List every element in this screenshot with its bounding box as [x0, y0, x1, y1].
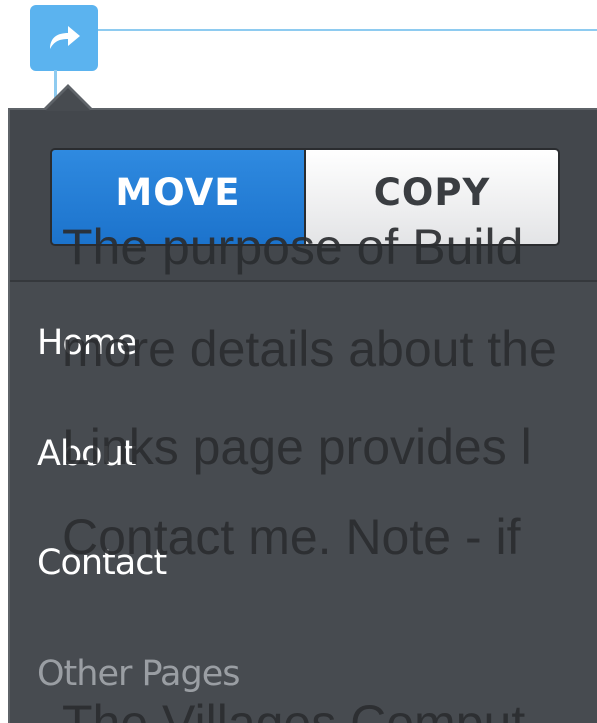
move-button[interactable]: MOVE [52, 150, 306, 244]
popup-arrow-inner [45, 88, 91, 111]
move-copy-toggle: MOVE COPY [50, 148, 560, 246]
move-copy-popup: MOVE COPY [8, 108, 597, 723]
popup-header: MOVE COPY [10, 110, 597, 282]
arrow-redo-icon [50, 26, 80, 49]
drop-guide-line [96, 29, 597, 31]
menu-item-contact[interactable]: Contact [37, 543, 167, 583]
menu-item-about[interactable]: About [37, 434, 136, 474]
move-handle[interactable] [30, 5, 98, 71]
menu-item-home[interactable]: Home [37, 323, 137, 363]
menu-section-other-pages: Other Pages [37, 654, 240, 694]
copy-button[interactable]: COPY [306, 150, 558, 244]
